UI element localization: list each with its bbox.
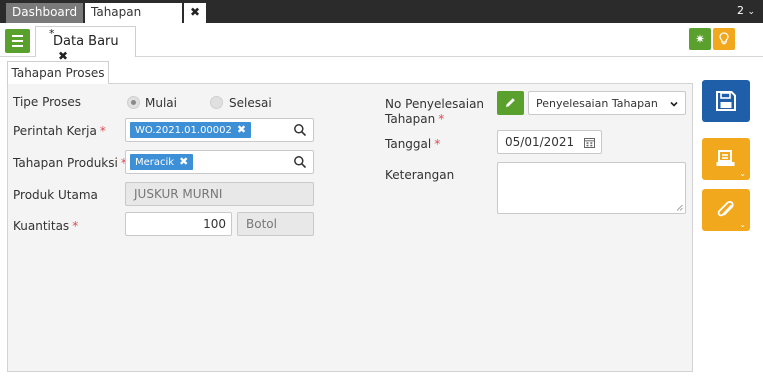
tahapan-produksi-chip: Meracik ✖ bbox=[130, 154, 194, 170]
tipe-proses-label: Tipe Proses bbox=[13, 95, 82, 109]
radio-mulai[interactable] bbox=[127, 96, 140, 109]
kuantitas-value: 100 bbox=[203, 217, 226, 231]
no-penyelesaian-label-line1: No Penyelesaian bbox=[385, 97, 485, 111]
produk-utama-value: JUSKUR MURNI bbox=[134, 187, 223, 201]
menu-button[interactable] bbox=[5, 29, 30, 53]
tab-dashboard[interactable]: Dashboard bbox=[6, 3, 84, 23]
doc-tab-label: Data Baru bbox=[53, 34, 119, 49]
unsaved-marker: * bbox=[49, 27, 55, 40]
keterangan-textarea[interactable] bbox=[497, 162, 686, 214]
menu-icon bbox=[12, 35, 23, 37]
no-penyelesaian-label-line2: Tahapan * bbox=[385, 112, 484, 127]
help-button[interactable] bbox=[713, 28, 735, 50]
no-penyelesaian-label: No Penyelesaian Tahapan * bbox=[385, 97, 484, 127]
tanggal-value: 05/01/2021 bbox=[505, 135, 575, 149]
save-button[interactable] bbox=[702, 80, 750, 122]
menu-icon-line bbox=[12, 45, 23, 47]
chevron-down-icon: ⌄ bbox=[747, 7, 755, 17]
chip-remove-button[interactable]: ✖ bbox=[237, 123, 246, 136]
kuantitas-label-text: Kuantitas bbox=[13, 219, 70, 233]
calendar-icon[interactable] bbox=[584, 137, 595, 148]
kuantitas-label: Kuantitas * bbox=[13, 219, 78, 233]
chip-label: Meracik bbox=[135, 157, 175, 168]
gear-icon: ✷ bbox=[694, 32, 706, 46]
resize-grip-icon[interactable] bbox=[676, 204, 683, 211]
tahapan-produksi-lookup[interactable]: Meracik ✖ bbox=[125, 150, 314, 174]
chevron-down-icon bbox=[670, 101, 678, 107]
attachment-button[interactable]: ⌄ bbox=[702, 189, 750, 231]
paperclip-icon bbox=[717, 200, 734, 217]
satuan-value: Botol bbox=[246, 217, 277, 231]
chevron-down-icon: ⌄ bbox=[739, 220, 746, 229]
open-window-counter[interactable]: 2 ⌄ bbox=[737, 4, 755, 17]
chip-label: WO.2021.01.00002 bbox=[135, 125, 232, 136]
perintah-kerja-lookup[interactable]: WO.2021.01.00002 ✖ bbox=[125, 118, 314, 142]
produk-utama-field: JUSKUR MURNI bbox=[125, 182, 314, 206]
form-panel bbox=[7, 83, 693, 372]
settings-button[interactable]: ✷ bbox=[689, 28, 711, 50]
tab-tahapan-proses[interactable]: Tahapan Proses bbox=[85, 3, 182, 38]
search-icon[interactable] bbox=[293, 123, 307, 137]
required-mark: * bbox=[99, 124, 106, 138]
satuan-field: Botol bbox=[237, 212, 314, 236]
tahapan-produksi-label: Tahapan Produksi * bbox=[13, 156, 127, 170]
no-penyelesaian-label-line2-text: Tahapan bbox=[385, 112, 436, 126]
tahapan-produksi-label-text: Tahapan Produksi bbox=[13, 156, 118, 170]
required-mark: * bbox=[438, 112, 445, 126]
required-mark: * bbox=[434, 137, 441, 151]
tab-data-baru[interactable]: * Data Baru ✖ bbox=[35, 26, 136, 63]
pencil-icon bbox=[506, 98, 515, 107]
perintah-kerja-label-text: Perintah Kerja bbox=[13, 124, 97, 138]
window-count: 2 bbox=[736, 4, 744, 17]
edit-numbering-button[interactable] bbox=[497, 91, 524, 115]
tab-close-button[interactable]: ✖ bbox=[184, 3, 206, 23]
section-tab-tahapan-proses[interactable]: Tahapan Proses bbox=[7, 61, 109, 84]
kuantitas-input[interactable]: 100 bbox=[125, 212, 232, 236]
tanggal-label-text: Tanggal bbox=[385, 137, 432, 151]
document-toolbar: * Data Baru ✖ ✷ bbox=[0, 23, 763, 63]
print-icon bbox=[716, 150, 735, 166]
menu-icon-line bbox=[12, 40, 23, 42]
search-icon[interactable] bbox=[293, 155, 307, 169]
perintah-kerja-chip: WO.2021.01.00002 ✖ bbox=[130, 122, 252, 138]
produk-utama-label: Produk Utama bbox=[13, 188, 98, 202]
tanggal-input[interactable]: 05/01/2021 bbox=[497, 130, 602, 154]
no-penyelesaian-selected: Penyelesaian Tahapan bbox=[536, 97, 658, 110]
print-button[interactable]: ⌄ bbox=[702, 138, 750, 180]
tanggal-label: Tanggal * bbox=[385, 137, 440, 151]
lightbulb-icon bbox=[719, 32, 729, 45]
save-icon bbox=[716, 91, 736, 111]
radio-mulai-label: Mulai bbox=[145, 96, 177, 110]
chevron-down-icon: ⌄ bbox=[739, 169, 746, 178]
required-mark: * bbox=[72, 219, 79, 233]
radio-selesai[interactable] bbox=[210, 96, 223, 109]
perintah-kerja-label: Perintah Kerja * bbox=[13, 124, 106, 138]
radio-selesai-label: Selesai bbox=[229, 96, 272, 110]
chip-remove-button[interactable]: ✖ bbox=[179, 155, 188, 168]
no-penyelesaian-select[interactable]: Penyelesaian Tahapan bbox=[528, 91, 686, 115]
top-tab-bar: Dashboard Tahapan Proses ✖ 2 ⌄ bbox=[0, 0, 763, 38]
keterangan-label: Keterangan bbox=[385, 168, 455, 182]
